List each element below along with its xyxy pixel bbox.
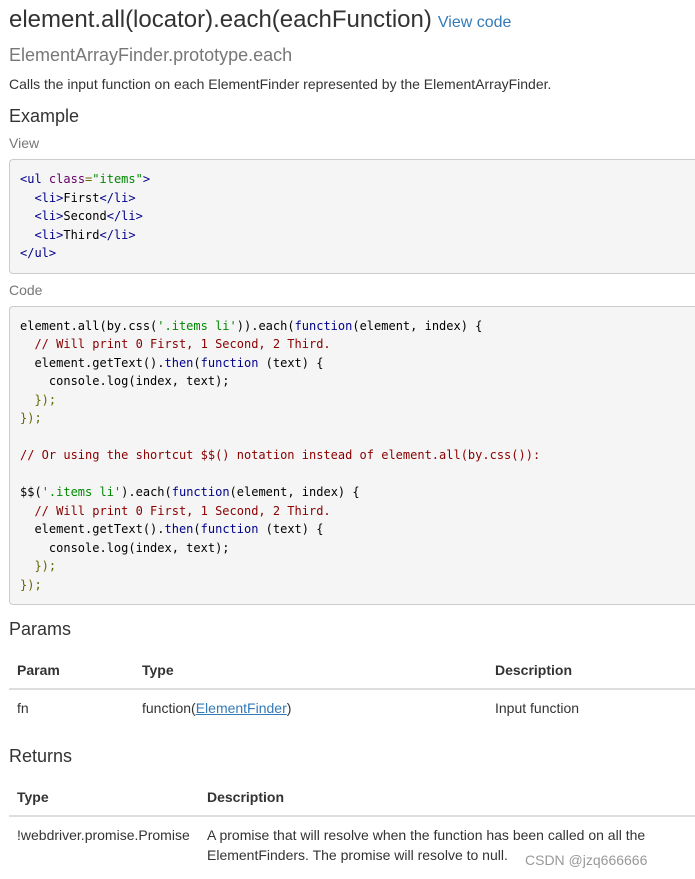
code-token: (element, index) { [352, 318, 483, 333]
code-label: Code [9, 281, 43, 298]
returns-heading: Returns [9, 746, 73, 766]
list-item-text: Third [63, 227, 100, 242]
code-token: element.all(by.css( [20, 318, 158, 333]
type-prefix: function( [142, 700, 196, 716]
column-header: Type [9, 779, 199, 817]
code-token: <li> [34, 190, 64, 205]
code-token: }); [20, 577, 42, 592]
code-token: > [142, 172, 151, 186]
code-comment: // Will print 0 First, 1 Second, 2 Third… [20, 503, 331, 518]
param-name-cell: fn [17, 700, 29, 716]
title-row: element.all(locator).each(eachFunction) V… [9, 6, 695, 40]
code-token: function [200, 355, 259, 370]
code-token: console.log(index, text); [20, 374, 230, 388]
code-token: <li> [34, 227, 64, 242]
code-token: ( [193, 522, 201, 536]
list-item-text: Second [63, 209, 107, 223]
return-description-line: A promise that will resolve when the fun… [207, 827, 646, 843]
code-token: </li> [106, 209, 143, 223]
code-block: element.all(by.css('.items li')).each(fu… [9, 305, 695, 605]
doc-page: element.all(locator).each(eachFunction) V… [9, 0, 695, 873]
code-token: </ul> [20, 246, 57, 260]
list-item-text: First [63, 190, 100, 205]
column-header: Param [9, 652, 134, 690]
code-token: </li> [99, 227, 136, 242]
code-comment: // Or using the shortcut $$() notation i… [20, 448, 541, 462]
code-comment: // Will print 0 First, 1 Second, 2 Third… [20, 337, 331, 351]
code-token: "items" [92, 172, 143, 186]
code-token: console.log(index, text); [20, 540, 230, 555]
code-token: element.getText(). [20, 355, 165, 370]
column-header: Description [199, 779, 695, 817]
example-heading: Example [9, 106, 80, 126]
code-token: }); [20, 392, 57, 407]
code-token: $$( [20, 485, 42, 499]
return-description-line: ElementFinders. The promise will resolve… [207, 847, 508, 863]
code-token: '.items li' [41, 485, 122, 499]
view-code-link[interactable]: View code [438, 14, 512, 31]
code-token: ( [193, 355, 201, 370]
params-table: Param Type Description fn function(Eleme… [9, 652, 695, 726]
table-row: fn function(ElementFinder) Input functio… [9, 689, 695, 726]
watermark: CSDN @jzq666666 [525, 852, 648, 868]
params-heading: Params [9, 619, 72, 639]
code-token: (text) { [258, 355, 324, 370]
column-header: Type [134, 652, 487, 690]
code-token: function [171, 485, 230, 499]
page-title: element.all(locator).each(eachFunction) [9, 6, 432, 33]
param-description-cell: Input function [495, 700, 580, 716]
code-token: then [164, 355, 194, 370]
type-suffix: ) [286, 700, 292, 716]
code-token: }); [20, 559, 57, 573]
code-token: function [200, 522, 259, 536]
view-label: View [9, 135, 40, 151]
code-token: '.items li' [157, 318, 237, 333]
code-token: <li> [34, 209, 64, 223]
code-token: )).each( [236, 318, 295, 333]
code-token: (text) { [258, 522, 324, 536]
page-description: Calls the input function on each Element… [9, 76, 552, 92]
table-header-row: Param Type Description [9, 652, 695, 690]
code-token: class [48, 172, 86, 186]
code-token: (element, index) { [229, 485, 360, 499]
code-token: }); [20, 411, 42, 425]
element-finder-link[interactable]: ElementFinder [196, 700, 287, 716]
code-token: </li> [99, 190, 136, 205]
code-token: element.getText(). [20, 522, 165, 536]
view-code-block: <ul class="items"> <li>First</li> <li>Se… [9, 159, 695, 274]
code-token: function [294, 318, 353, 333]
page-subtitle: ElementArrayFinder.prototype.each [9, 45, 293, 65]
param-type-cell: function(ElementFinder) [134, 689, 487, 726]
column-header: Description [487, 652, 695, 690]
return-type-cell: !webdriver.promise.Promise [17, 827, 190, 843]
table-header-row: Type Description [9, 779, 695, 817]
code-token: <ul [20, 172, 42, 186]
code-token: ).each( [121, 485, 172, 499]
code-token: then [164, 522, 194, 536]
